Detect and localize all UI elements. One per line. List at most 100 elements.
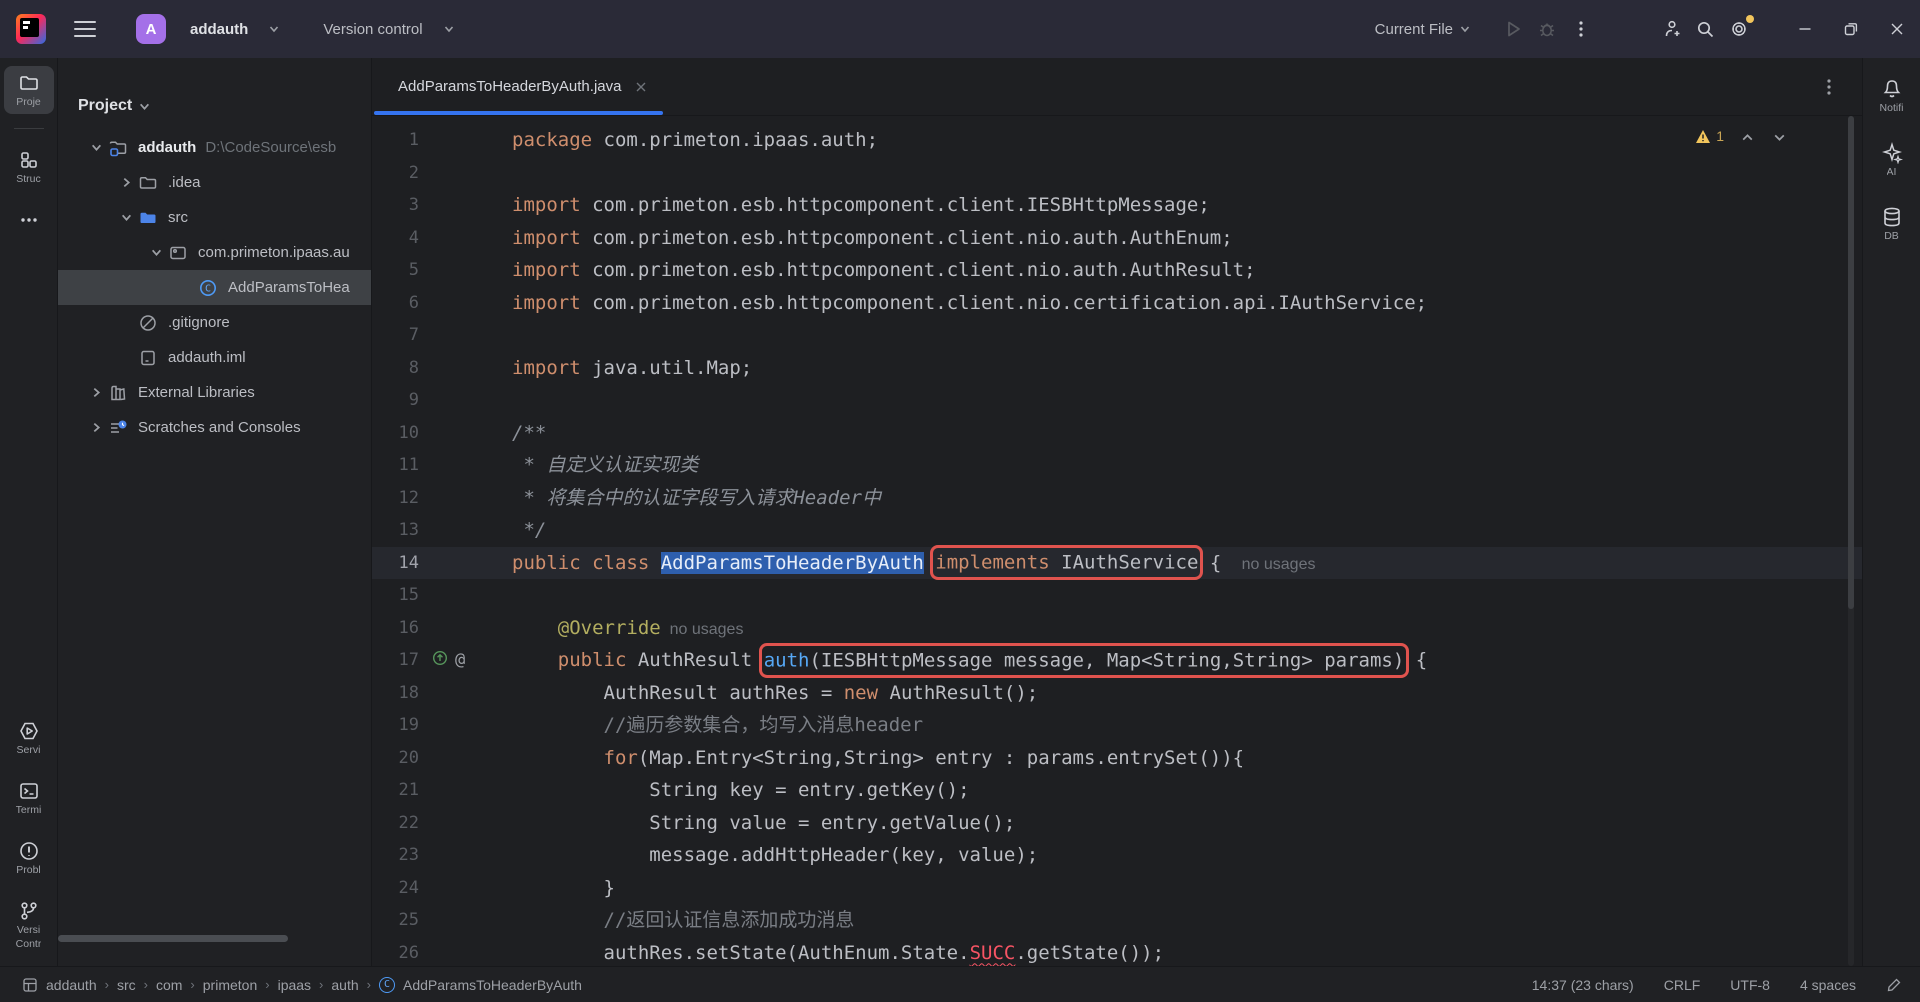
code-line-20: 20 for(Map.Entry<String,String> entry : … [372,742,1862,775]
sidebar-item-more-tools[interactable] [4,203,54,237]
line-number: 3 [372,189,419,222]
close-button[interactable] [1874,6,1920,52]
settings-button[interactable] [1722,12,1756,46]
stripe-label: Proje [16,97,41,108]
code-line-8: 8import java.util.Map; [372,352,1862,385]
title-bar: A addauth Version control Current File [0,0,1920,58]
restore-button[interactable] [1828,6,1874,52]
implementing-method-icon [432,650,448,666]
chevron-expanded-icon[interactable] [145,242,167,264]
main-menu-icon[interactable] [74,21,96,37]
previous-problem-icon[interactable] [1740,128,1756,144]
tree-item-package[interactable]: com.primeton.ipaas.au [58,235,371,270]
version-control-menu[interactable]: Version control [323,21,422,38]
debug-button[interactable] [1530,12,1564,46]
tree-item-class-selected[interactable]: C AddParamsToHea [58,270,371,305]
tree-label: addauth.iml [168,349,246,366]
tab-addparamstoheaderbyauth[interactable]: AddParamsToHeaderByAuth.java [372,58,665,115]
writable-toggle-icon[interactable] [1886,977,1902,993]
sidebar-item-database[interactable]: DB [1867,200,1917,248]
stripe-label: Contr [16,939,42,950]
code-line-15: 15 [372,579,1862,612]
more-actions-button[interactable] [1564,12,1598,46]
chevron-collapsed-icon[interactable] [85,382,107,404]
next-problem-icon[interactable] [1772,128,1788,144]
ignored-file-icon [137,312,159,334]
chevron-collapsed-icon[interactable] [115,172,137,194]
java-class-icon: C [379,977,395,993]
sidebar-item-ai-assistant[interactable]: AI [1867,136,1917,184]
tab-close-icon[interactable] [633,79,649,95]
line-separator-widget[interactable]: CRLF [1664,977,1701,993]
chevron-expanded-icon[interactable] [85,137,107,159]
breadcrumb-separator: › [144,977,148,992]
annotation-gutter-icon[interactable]: @ [455,644,465,677]
error-highlight-box: auth(IESBHttpMessage message, Map<String… [762,646,1407,675]
svg-text:C: C [205,283,211,294]
sidebar-item-terminal[interactable]: Termi [4,774,54,822]
stripe-label: Notifi [1880,103,1904,114]
sidebar-item-project[interactable]: Proje [4,66,54,114]
tree-item-iml-file[interactable]: addauth.iml [58,340,371,375]
indentation-widget[interactable]: 4 spaces [1800,977,1856,993]
encoding-widget[interactable]: UTF-8 [1730,977,1770,993]
breadcrumb-separator: › [319,977,323,992]
line-number: 7 [372,319,419,352]
sidebar-item-structure[interactable]: Struc [4,143,54,191]
code-line-11: 11 * 自定义认证实现类 [372,449,1862,482]
code-lines: 1package com.primeton.ipaas.auth;23impor… [372,124,1862,966]
sidebar-item-services[interactable]: Servi [4,714,54,762]
code-with-me-button[interactable] [1654,12,1688,46]
code-line-16: 16 @Override no usages [372,612,1862,645]
status-bar: addauth › src › com › primeton › ipaas ›… [0,966,1920,1002]
implementing-method-gutter-icon[interactable] [432,644,448,677]
code-editor-area[interactable]: 1 1package com.primeton.ipaas.auth;23imp… [372,116,1862,966]
tree-item-gitignore[interactable]: .gitignore [58,305,371,340]
breadcrumbs: addauth › src › com › primeton › ipaas ›… [22,977,582,993]
breadcrumb-item[interactable]: ipaas [278,977,311,993]
project-panel-title[interactable]: Project [78,97,132,115]
stripe-label: Versi [17,925,40,936]
tree-label: External Libraries [138,384,255,401]
breadcrumb-item[interactable]: addauth [46,977,97,993]
search-everywhere-button[interactable] [1688,12,1722,46]
editor-options-icon[interactable] [1818,76,1840,98]
project-name-dropdown[interactable]: addauth [190,21,248,38]
module-icon [22,977,38,993]
chevron-collapsed-icon[interactable] [85,417,107,439]
project-folder-icon [18,72,40,94]
tree-item-addauth-root[interactable]: addauth D:\CodeSource\esb [58,130,371,165]
sidebar-item-problems[interactable]: Probl [4,834,54,882]
database-icon [1881,206,1903,228]
horizontal-scrollbar[interactable] [58,935,288,942]
run-button[interactable] [1496,12,1530,46]
folder-icon [137,172,159,194]
line-number: 6 [372,287,419,320]
breadcrumb-item[interactable]: auth [331,977,358,993]
tree-path: D:\CodeSource\esb [205,139,336,156]
breadcrumb-item[interactable]: AddParamsToHeaderByAuth [403,977,582,993]
java-class-icon: C [197,277,219,299]
breadcrumb-item[interactable]: primeton [203,977,257,993]
tree-item-idea-folder[interactable]: .idea [58,165,371,200]
code-line-6: 6import com.primeton.esb.httpcomponent.c… [372,287,1862,320]
project-avatar[interactable]: A [136,14,166,44]
breadcrumb-item[interactable]: com [156,977,182,993]
tree-item-scratches[interactable]: Scratches and Consoles [58,410,371,445]
chevron-expanded-icon[interactable] [115,207,137,229]
intellij-logo-icon [16,14,46,44]
breadcrumb-item[interactable]: src [117,977,136,993]
minimize-button[interactable] [1782,6,1828,52]
vertical-scrollbar[interactable] [1848,116,1854,966]
sidebar-item-notifications[interactable]: Notifi [1867,72,1917,120]
sidebar-item-version-control[interactable]: Versi Contr [4,894,54,956]
tree-label: Scratches and Consoles [138,419,301,436]
services-icon [18,720,40,742]
caret-position-widget[interactable]: 14:37 (23 chars) [1532,977,1634,993]
line-number: 15 [372,579,419,612]
tree-item-external-libraries[interactable]: External Libraries [58,375,371,410]
tree-item-src-folder[interactable]: src [58,200,371,235]
code-line-12: 12 * 将集合中的认证字段写入请求Header中 [372,482,1862,515]
warning-indicator[interactable]: 1 [1695,128,1724,144]
run-configuration-selector[interactable]: Current File [1375,21,1470,38]
